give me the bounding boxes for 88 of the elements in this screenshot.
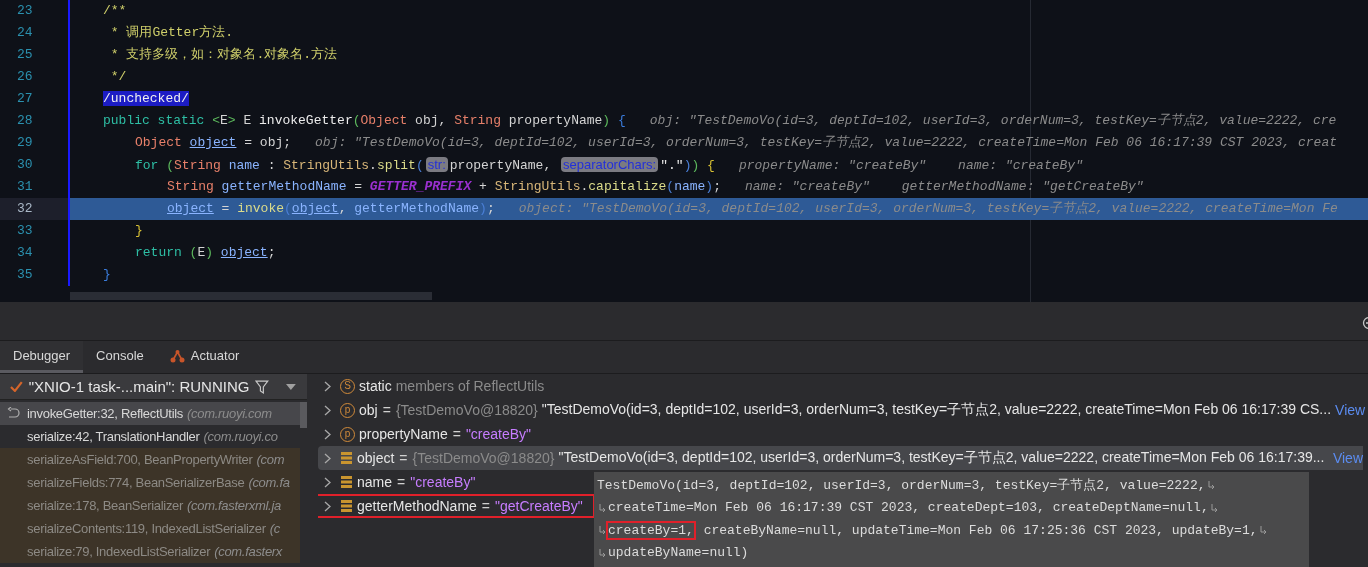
tooltip-text: TestDemoVo(id=3, deptId=102, userId=3, orderNum=3, testKey=子节点2, value=2222, <box>596 477 1207 496</box>
inline-value-hint: propertyName: "createBy" <box>738 158 927 173</box>
equals-sign: = <box>452 426 461 442</box>
stack-icon <box>340 452 353 464</box>
tab[interactable]: Actuator <box>156 341 253 373</box>
stack-frame[interactable]: serialize:79, IndexedListSerializer (com.fasterx <box>0 540 300 563</box>
object-reference: {TestDemoVo@18820} <box>412 450 555 466</box>
stack-frame[interactable]: serializeFields:774, BeanSerializerBase (com.fa <box>0 471 300 494</box>
code-text: object = invoke(object, getterMethodName); <box>167 201 495 216</box>
variable-row[interactable]: object = {TestDemoVo@18820} "TestDemoVo(id=3, deptId=102, userId=3, orderNum=3, testKey=子节点2, value=2222, createTime=Mon Feb 06 16:17:39... View <box>318 446 1363 470</box>
code-text: * 支持多级，如：对象名.对象名.方法 <box>109 47 337 62</box>
variable-name: static <box>359 378 392 394</box>
equals-sign: = <box>397 474 406 490</box>
parameter-hint: separatorChars: <box>561 157 659 172</box>
line-number: 33 <box>0 220 70 242</box>
return-arrow-icon <box>7 407 20 419</box>
inline-value-hint: obj: "TestDemoVo(id=3, deptId=102, userId=3, orderNum=3, testKey=子节点2, value=2222, createTime=Mon Feb 06 16:17:39 CST 2023, creat <box>315 135 1337 150</box>
code-text: * 调用Getter方法. <box>109 25 233 40</box>
variable-name: name <box>357 474 393 490</box>
variable-value: "createBy" <box>465 426 532 442</box>
line-number: 30 <box>0 154 70 176</box>
object-reference: {TestDemoVo@18820} <box>395 402 538 418</box>
variable-value: "createBy" <box>410 474 476 490</box>
stack-frame[interactable]: serialize:178, BeanSerializer (com.fasterxml.ja <box>0 494 300 517</box>
code-text: propertyName, <box>449 158 553 173</box>
chevron-right-icon[interactable] <box>324 500 331 512</box>
inline-value-hint: name: "createBy" <box>745 179 870 194</box>
chevron-right-icon[interactable] <box>324 428 331 440</box>
code-text: String getterMethodName = GETTER_PREFIX + StringUtils.capitalize(name); <box>167 179 721 194</box>
line-number: 27 <box>0 88 70 110</box>
line-number: 25 <box>0 44 70 66</box>
code-text: Object object = obj; <box>135 135 292 150</box>
variable-name: getterMethodName <box>357 498 477 514</box>
inline-value-hint: getterMethodName: "getCreateBy" <box>901 179 1144 194</box>
variable-name: object <box>357 450 395 466</box>
line-number: 32 <box>0 198 70 220</box>
tooltip-text: createByName=null, updateTime=Mon Feb 06 17:25:36 CST 2023, updateBy=1, <box>702 521 1259 540</box>
line-number: 26 <box>0 66 70 88</box>
code-text: } <box>103 267 111 282</box>
parameter-hint: str: <box>425 157 448 172</box>
inline-value-hint: obj: "TestDemoVo(id=3, deptId=102, userId=3, orderNum=3, testKey=子节点2, value=2222, cre <box>649 113 1337 128</box>
equals-sign: = <box>382 402 391 418</box>
stack-frame[interactable]: serializeContents:119, IndexedListSerializer (c <box>0 517 300 540</box>
code-text: */ <box>109 69 127 84</box>
equals-sign: = <box>399 450 408 466</box>
inline-value-hint: object: "TestDemoVo(id=3, deptId=102, userId=3, orderNum=3, testKey=子节点2, value=2222, createTime=Mon Fe <box>518 201 1338 216</box>
line-number: 28 <box>0 110 70 132</box>
stack-frame[interactable]: invokeGetter:32, ReflectUtils (com.ruoyi.com <box>0 402 300 425</box>
view-link[interactable]: View <box>1331 402 1366 418</box>
chevron-right-icon[interactable] <box>324 452 331 464</box>
stack-frame[interactable]: serialize:42, TranslationHandler (com.ruoyi.co <box>0 425 300 448</box>
variable-value: members of ReflectUtils <box>395 378 545 394</box>
code-text: for (String name : StringUtils.split( <box>135 158 424 173</box>
chevron-right-icon[interactable] <box>324 404 331 416</box>
variable-value: "getCreateBy" <box>495 498 583 514</box>
stack-icon <box>340 476 353 488</box>
tab[interactable]: Debugger <box>0 341 84 373</box>
variable-name: propertyName <box>359 426 448 442</box>
code-text: public static <E> E invokeGetter(Object obj, String propertyName) { <box>103 113 626 128</box>
scrollbar[interactable] <box>300 402 307 428</box>
scrollbar[interactable] <box>70 292 432 300</box>
line-number: 23 <box>0 0 70 22</box>
code-text: /** <box>103 3 127 18</box>
code-text: /unchecked/ <box>103 91 189 106</box>
code-text: ".")) { <box>660 158 715 173</box>
highlighted-text: createBy=1, <box>606 520 696 540</box>
filter-icon[interactable] <box>255 379 270 394</box>
line-number: 29 <box>0 132 70 154</box>
variable-value: "TestDemoVo(id=3, deptId=102, userId=3, orderNum=3, testKey=子节点2, value=2222, createTime=Mon Feb 06 16:17:39 CS... <box>541 401 1332 419</box>
code-text: return (E) object; <box>135 245 276 260</box>
stack-frame[interactable]: serializeAsField:700, BeanPropertyWriter (com <box>0 448 300 471</box>
tooltip-text: createTime=Mon Feb 06 16:17:39 CST 2023, createDept=103, createDeptName=null, <box>607 499 1210 518</box>
check-icon <box>10 381 23 392</box>
line-number: 35 <box>0 264 70 286</box>
chevron-right-icon[interactable] <box>324 476 331 488</box>
line-number: 24 <box>0 22 70 44</box>
code-text: } <box>135 223 143 238</box>
tab[interactable]: Console <box>83 341 157 373</box>
nodes-icon <box>169 348 185 363</box>
variable-value: "TestDemoVo(id=3, deptId=102, userId=3, orderNum=3, testKey=子节点2, value=2222, createTime=Mon Feb 06 16:17:39... <box>558 449 1325 467</box>
line-number: 34 <box>0 242 70 264</box>
caret-icon[interactable] <box>285 382 297 391</box>
tooltip-text: updateByName=null) <box>607 544 750 563</box>
inline-value-hint: name: "createBy" <box>958 158 1083 173</box>
stack-icon <box>340 500 353 512</box>
variable-name: obj <box>359 402 378 418</box>
chevron-right-icon[interactable] <box>324 380 331 392</box>
equals-sign: = <box>481 498 491 514</box>
